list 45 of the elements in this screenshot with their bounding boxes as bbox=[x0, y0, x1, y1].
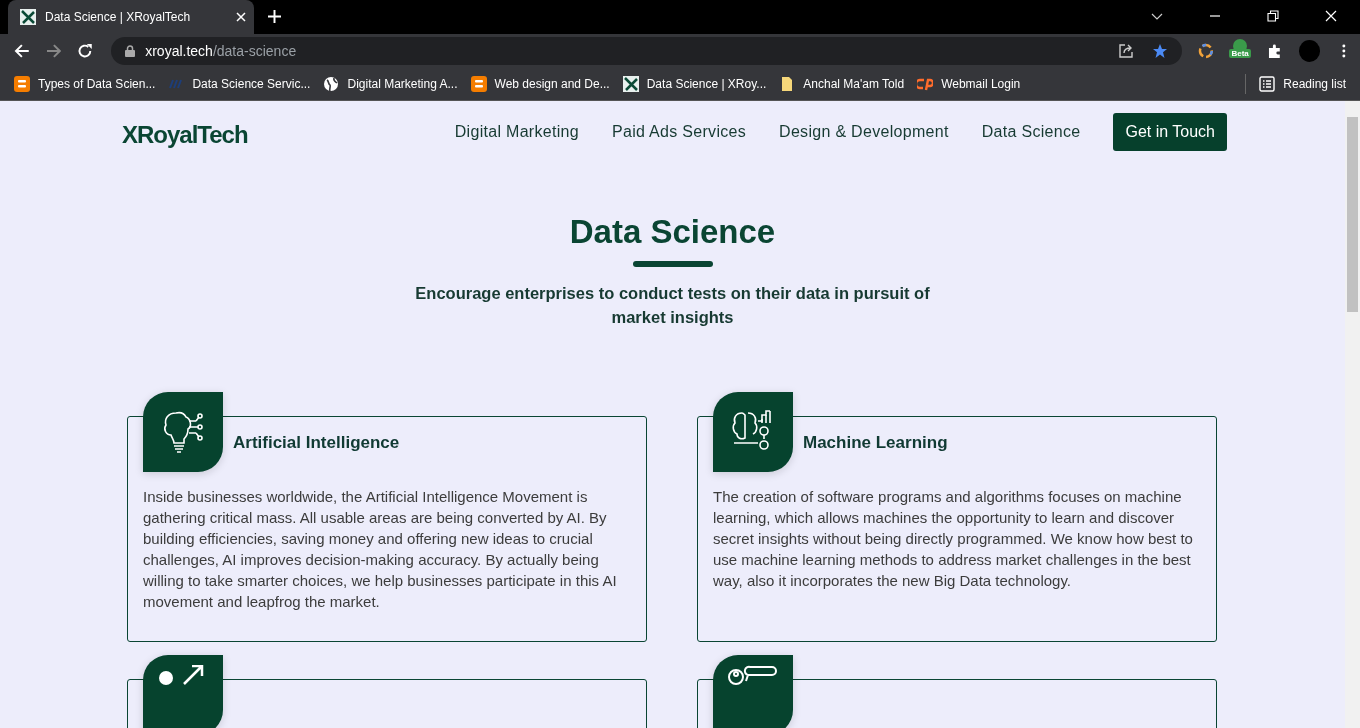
bookmark[interactable]: Types of Data Scien... bbox=[14, 76, 156, 92]
bookmark[interactable]: Anchal Ma'am Told bbox=[779, 76, 905, 92]
nav-link[interactable]: Paid Ads Services bbox=[612, 123, 747, 141]
browser-tab[interactable]: Data Science | XRoyalTech bbox=[8, 0, 254, 34]
person-chat-icon bbox=[728, 665, 778, 685]
close-tab-icon[interactable] bbox=[236, 12, 246, 22]
bookmark[interactable]: Webmail Login bbox=[917, 76, 1021, 92]
nav-link[interactable]: Digital Marketing bbox=[454, 123, 579, 141]
star-icon[interactable] bbox=[1151, 43, 1168, 59]
nav-link[interactable]: Design & Development bbox=[779, 123, 949, 141]
restore-icon[interactable] bbox=[1267, 10, 1279, 22]
card-text: The creation of software programs and algorithms focuses on machine learning, which allows machines the opportunity to learn and discover secret insights without being directly programmed. We know how best to use machine learning methods to address market challenges in the best way, also it incorporates the new Big Data technology. bbox=[713, 487, 1194, 591]
bookmark[interactable]: Data Science | XRoy... bbox=[622, 76, 767, 92]
new-tab-icon[interactable] bbox=[268, 10, 281, 23]
puzzle-icon[interactable] bbox=[1266, 43, 1283, 59]
card-text: Inside businesses worldwide, the Artificial Intelligence Movement is gathering critical mass. All usable areas are being converted by AI. By building efficiencies, saving money and offering new ideas to crucial challenges, AI improves decision-making accuracy. By actually being willing to take smarter choices, we help businesses participate in this AI movement and leapfrog the market. bbox=[143, 487, 618, 612]
url-text: xroyal.tech/data-science bbox=[145, 43, 297, 59]
bookmark[interactable]: Digital Marketing A... bbox=[323, 76, 458, 92]
lock-icon bbox=[125, 45, 136, 57]
page-subtitle: Encourage enterprises to conduct tests on their data in pursuit of market insights bbox=[414, 283, 931, 328]
address-bar[interactable]: xroyal.tech/data-science bbox=[111, 37, 1182, 65]
list-icon bbox=[1259, 76, 1276, 92]
beta-extension-button[interactable]: Beta bbox=[1229, 39, 1251, 63]
share-icon[interactable] bbox=[1117, 43, 1134, 59]
back-icon[interactable] bbox=[14, 43, 30, 59]
reload-icon[interactable] bbox=[77, 43, 94, 59]
get-in-touch-button[interactable]: Get in Touch bbox=[1113, 113, 1227, 151]
blogger-icon bbox=[14, 76, 30, 92]
card-title: Artificial Intelligence bbox=[233, 433, 400, 453]
nav-link[interactable]: Data Science bbox=[981, 123, 1081, 141]
site-logo[interactable]: XRoyalTech bbox=[122, 121, 248, 149]
blogger-icon bbox=[470, 76, 487, 92]
close-window-icon[interactable] bbox=[1325, 10, 1337, 22]
ring-extension-icon[interactable] bbox=[1197, 43, 1214, 59]
globe-icon bbox=[323, 76, 340, 92]
card-title: Machine Learning bbox=[803, 433, 948, 453]
bookmark[interactable]: Web design and De... bbox=[470, 76, 610, 92]
site-favicon-icon bbox=[20, 9, 36, 25]
cpanel-icon bbox=[917, 76, 934, 92]
forward-icon[interactable] bbox=[45, 43, 62, 59]
reading-list-button[interactable]: Reading list bbox=[1259, 76, 1346, 92]
scrollbar[interactable] bbox=[1345, 101, 1360, 728]
bookmark[interactable]: Data Science Servic... bbox=[168, 76, 311, 92]
site-favicon-icon bbox=[622, 76, 639, 92]
page-title: Data Science bbox=[569, 213, 776, 251]
